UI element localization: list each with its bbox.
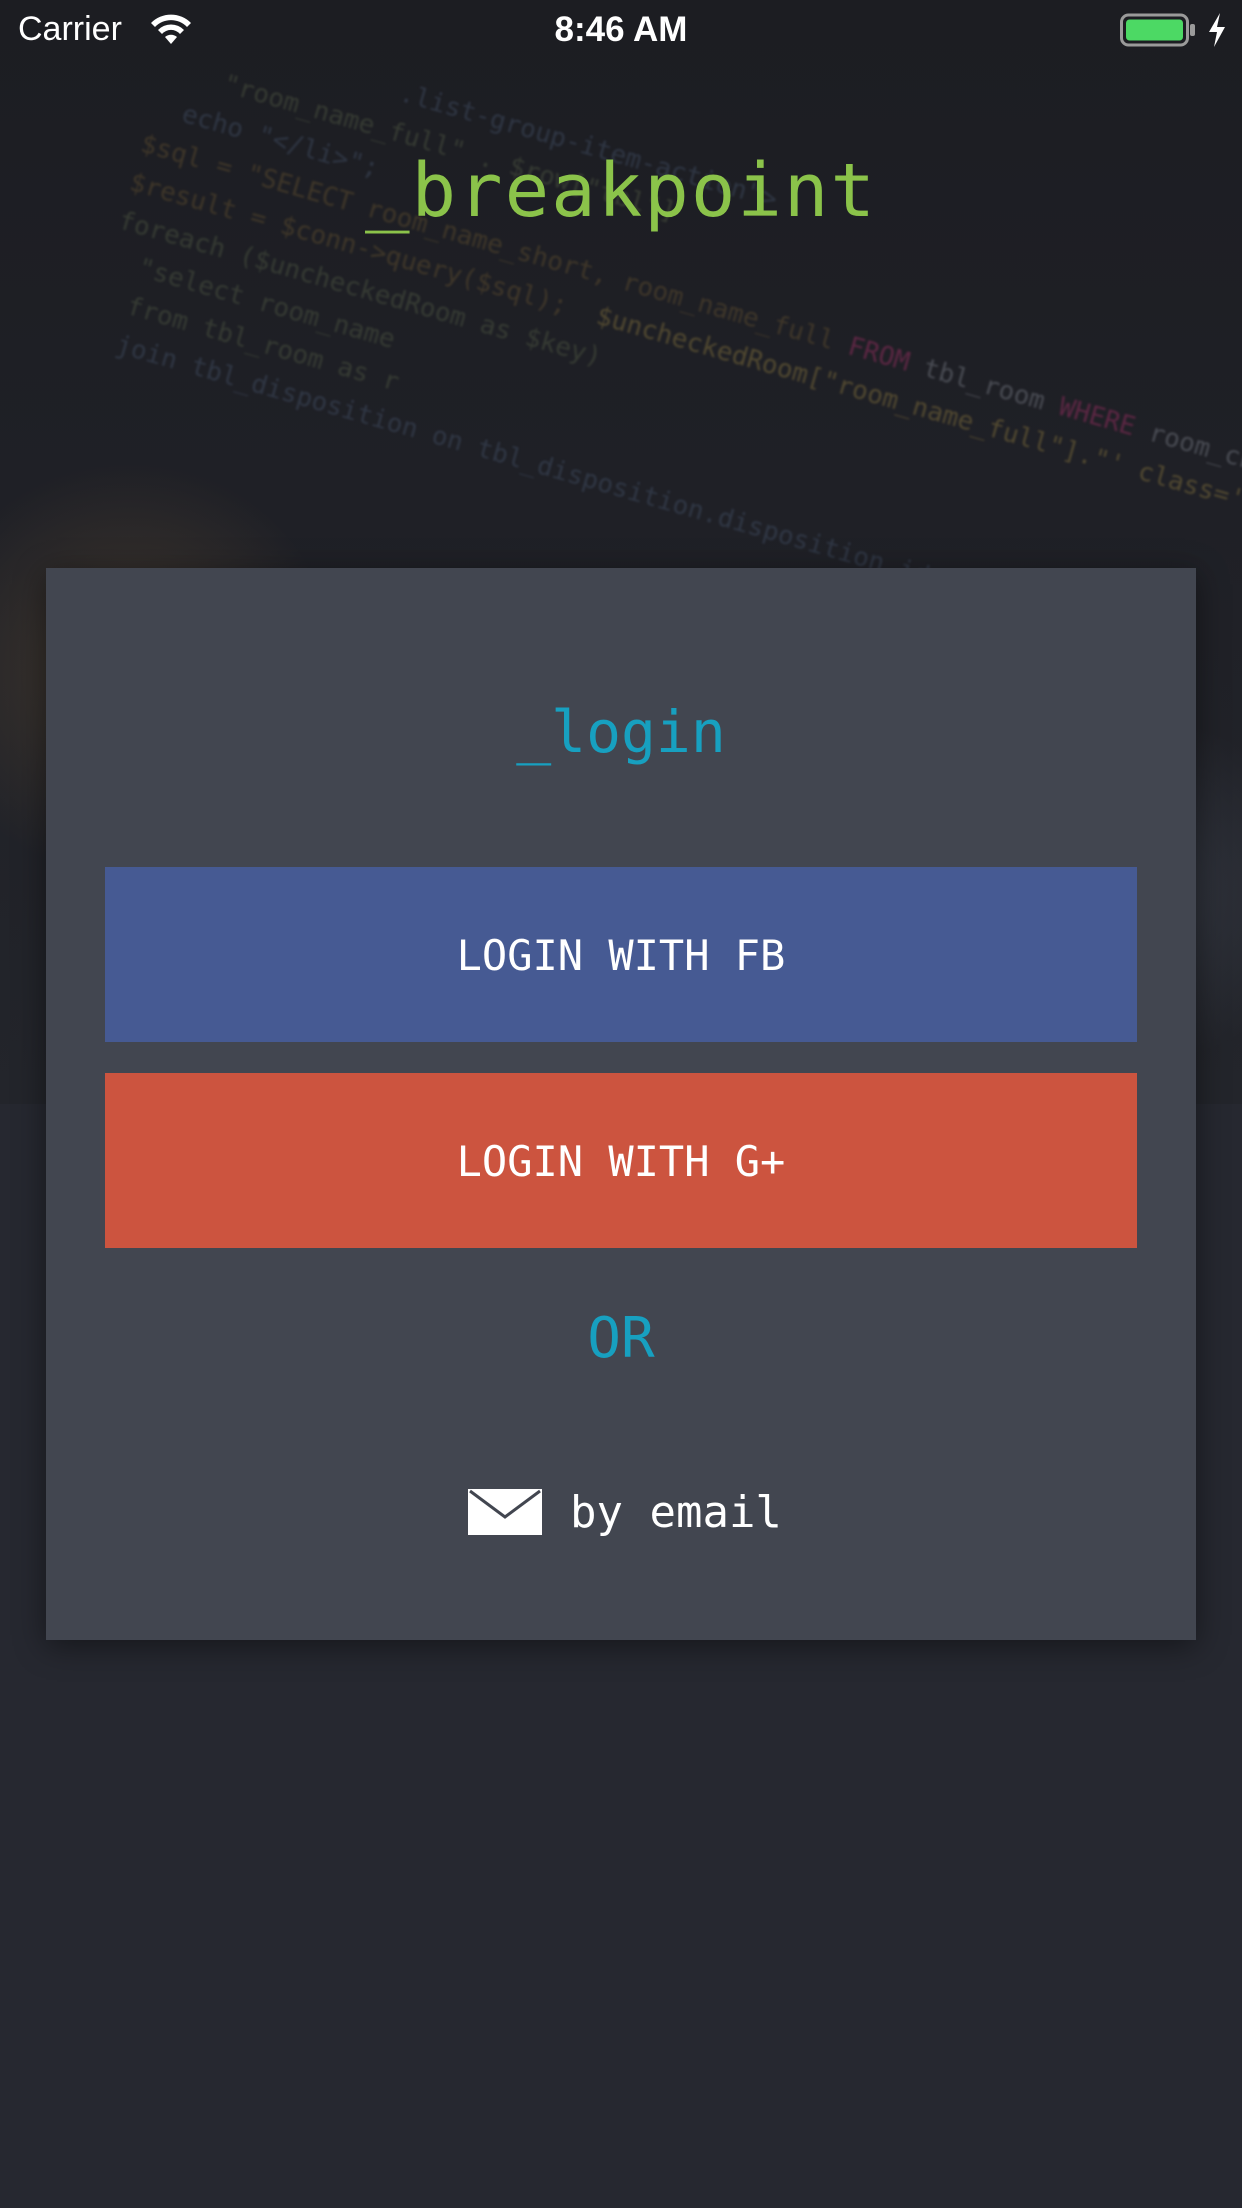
status-bar: Carrier 8:46 AM	[0, 0, 1242, 60]
login-card: _login LOGIN WITH FB LOGIN WITH G+ OR by…	[46, 568, 1196, 1640]
login-with-facebook-button[interactable]: LOGIN WITH FB	[105, 867, 1137, 1042]
email-login-label: by email	[570, 1486, 782, 1538]
login-by-email-link[interactable]: by email	[468, 1482, 782, 1542]
or-divider-label: OR	[587, 1306, 655, 1371]
login-heading: _login	[516, 698, 726, 766]
charging-bolt-icon	[1209, 13, 1225, 47]
mail-icon	[468, 1489, 542, 1535]
clock-time: 8:46 AM	[554, 10, 688, 49]
login-with-google-plus-button[interactable]: LOGIN WITH G+	[105, 1073, 1137, 1248]
battery-icon	[1120, 13, 1195, 47]
app-title: _breakpoint	[364, 148, 878, 234]
